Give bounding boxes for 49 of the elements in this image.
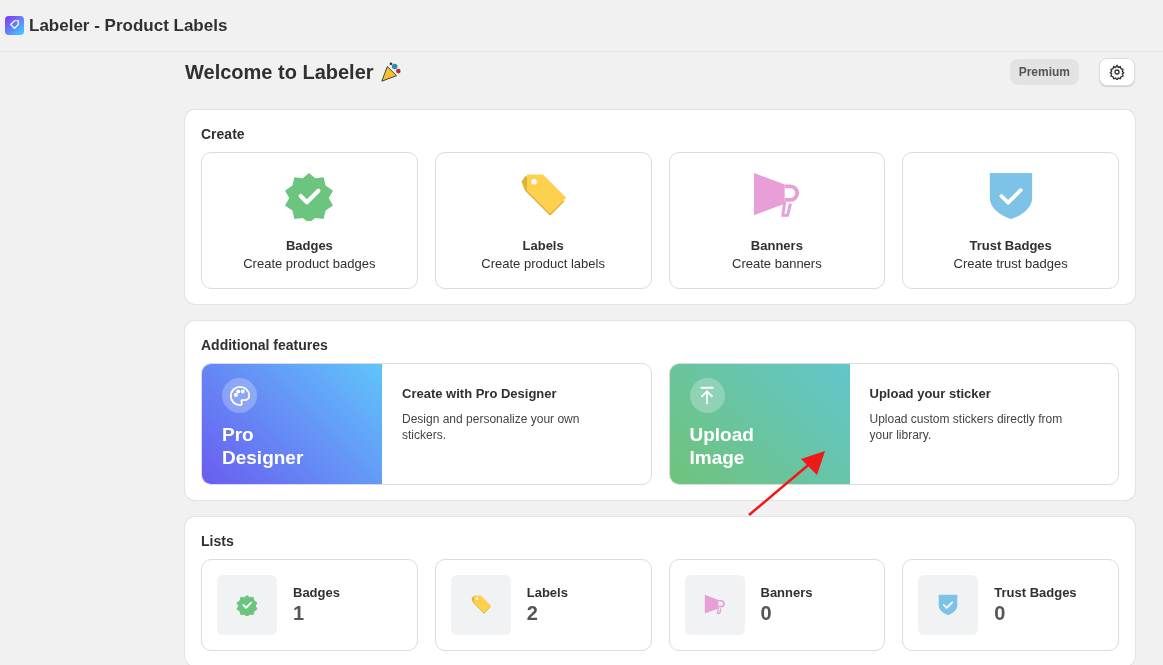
create-tile[interactable]: Badges Create product badges: [201, 152, 418, 289]
page-title: Welcome to Labeler: [185, 60, 374, 84]
tile-subtitle: Create trust badges: [953, 255, 1068, 271]
create-tile[interactable]: Banners Create banners: [668, 152, 886, 289]
settings-icon: [1109, 64, 1125, 80]
party-popper-icon: [379, 61, 402, 83]
app-title: Labeler - Product Labels: [29, 15, 228, 36]
feature-description: Upload custom stickers directly from your library.: [869, 411, 1064, 444]
shield-check-icon: [937, 594, 960, 616]
feature-description: Design and personalize your own stickers.: [402, 411, 581, 444]
tile-subtitle: Create product labels: [481, 255, 605, 271]
section-title: Create: [201, 126, 246, 142]
feature-card[interactable]: Upload Image Upload your sticker Upload custom stickers directly from your library.: [668, 363, 1119, 485]
badge-check-icon: [284, 170, 335, 221]
banner-label: Upload Image: [689, 422, 754, 470]
tag-icon: [469, 594, 492, 616]
list-count: 0: [760, 602, 773, 625]
banner-label: Pro Designer: [222, 422, 304, 470]
tile-subtitle: Create banners: [732, 255, 822, 271]
list-tile[interactable]: Banners 0: [668, 559, 886, 651]
list-count: 0: [994, 602, 1007, 625]
tile-subtitle: Create product badges: [243, 255, 376, 271]
app-logo-icon: [5, 16, 24, 35]
list-title: Labels: [526, 585, 568, 600]
megaphone-icon: [703, 594, 726, 616]
list-count: 2: [526, 602, 539, 625]
premium-badge: Premium: [1009, 59, 1079, 85]
list-count: 1: [293, 602, 306, 625]
create-tile[interactable]: Labels Create product labels: [434, 152, 652, 289]
settings-button[interactable]: [1099, 58, 1135, 86]
tile-title: Labels: [522, 237, 564, 253]
tile-title: Banners: [750, 237, 803, 253]
section-title: Additional features: [201, 337, 329, 353]
list-tile[interactable]: Trust Badges 0: [902, 559, 1119, 651]
list-title: Badges: [293, 585, 340, 600]
feature-title: Create with Pro Designer: [402, 386, 558, 401]
badge-check-icon: [236, 594, 258, 616]
feature-title: Upload your sticker: [869, 386, 992, 401]
list-tile[interactable]: Labels 2: [434, 559, 652, 651]
tile-title: Trust Badges: [969, 237, 1052, 253]
feature-card[interactable]: Pro Designer Create with Pro Designer Design and personalize your own stickers.: [201, 363, 652, 485]
list-title: Trust Badges: [994, 585, 1077, 600]
create-tile[interactable]: Trust Badges Create trust badges: [902, 152, 1119, 289]
section-title: Lists: [201, 533, 235, 549]
palette-icon: [222, 378, 257, 413]
upload-icon: [689, 378, 725, 413]
list-tile[interactable]: Badges 1: [201, 559, 418, 651]
list-title: Banners: [760, 585, 813, 600]
tile-title: Badges: [285, 237, 333, 253]
